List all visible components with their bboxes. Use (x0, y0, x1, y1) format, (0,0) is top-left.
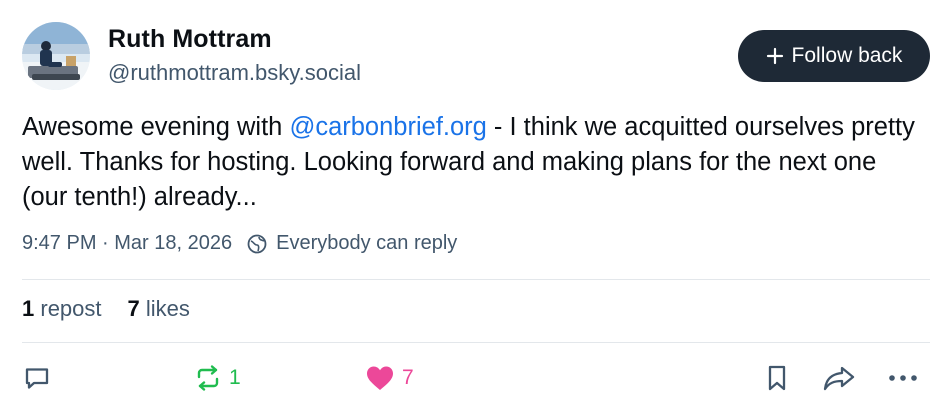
divider (22, 342, 930, 343)
repost-count-link[interactable]: 1 repost (22, 296, 102, 322)
follow-back-label: Follow back (791, 44, 903, 67)
bookmark-button[interactable] (762, 363, 792, 393)
reply-setting-label: Everybody can reply (276, 232, 458, 254)
repost-button[interactable]: 1 (193, 363, 241, 393)
repost-count-label: repost (40, 296, 102, 321)
engagement-counts: 1 repost 7 likes (22, 296, 190, 322)
post-card: Ruth Mottram @ruthmottram.bsky.social Fo… (0, 0, 952, 418)
share-button[interactable] (822, 363, 856, 393)
more-options-button[interactable] (886, 363, 920, 393)
follow-back-button[interactable]: Follow back (738, 30, 930, 82)
person-on-snow-avatar-icon (22, 22, 90, 90)
mention-link[interactable]: @carbonbrief.org (289, 113, 486, 141)
heart-icon (367, 366, 393, 390)
divider (22, 279, 930, 280)
reply-setting[interactable]: Everybody can reply (246, 232, 457, 255)
globe-reply-icon (247, 234, 267, 253)
repost-count-value: 1 (22, 296, 35, 321)
comment-icon (25, 368, 49, 389)
post-text-start: Awesome evening with (22, 113, 290, 141)
handle[interactable]: @ruthmottram.bsky.social (108, 60, 361, 86)
like-count-value: 7 (127, 296, 140, 321)
timestamp[interactable]: 9:47 PM · Mar 18, 2026 (22, 232, 232, 255)
repost-action-count: 1 (229, 366, 241, 389)
avatar[interactable] (22, 22, 90, 90)
like-count-link[interactable]: 7 likes (128, 296, 190, 322)
post-meta: 9:47 PM · Mar 18, 2026 Everybody can rep… (22, 232, 457, 255)
reply-button[interactable] (22, 363, 52, 393)
more-icon (889, 375, 917, 381)
display-name[interactable]: Ruth Mottram (108, 25, 272, 54)
post-text: Awesome evening with @carbonbrief.org - … (22, 110, 927, 215)
like-button[interactable]: 7 (364, 363, 414, 393)
bookmark-icon (768, 365, 786, 391)
repost-icon (197, 365, 219, 391)
share-icon (823, 366, 855, 391)
like-action-count: 7 (402, 366, 414, 389)
plus-icon (766, 47, 784, 65)
like-count-label: likes (145, 296, 190, 321)
